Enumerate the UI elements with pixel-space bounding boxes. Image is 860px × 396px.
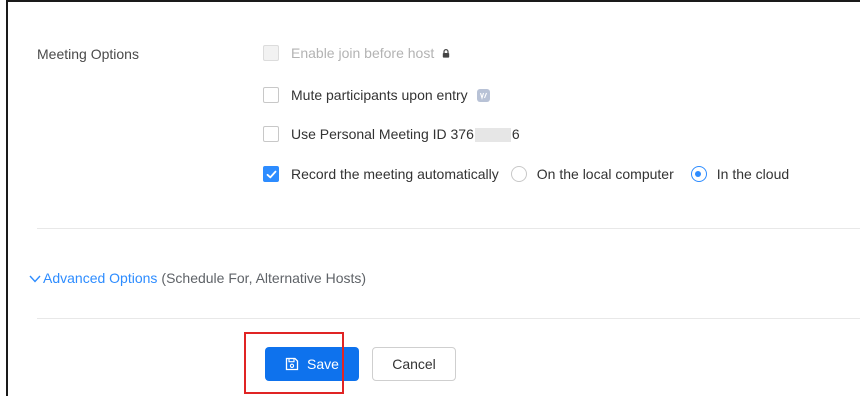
use-pmi-checkbox[interactable] — [263, 126, 279, 142]
option-mute-participants: Mute participants upon entry — [263, 85, 490, 105]
advanced-options-link[interactable]: Advanced Options — [43, 270, 157, 286]
use-pmi-label-prefix: Use Personal Meeting ID 376 — [291, 125, 474, 142]
advanced-options-row: Advanced Options (Schedule For, Alternat… — [29, 270, 366, 286]
enable-join-before-host-label: Enable join before host — [291, 45, 435, 61]
enable-join-before-host-checkbox — [263, 45, 279, 61]
section-divider-top — [37, 228, 860, 229]
cancel-button[interactable]: Cancel — [372, 347, 456, 381]
use-pmi-label[interactable]: Use Personal Meeting ID 376 6 — [291, 125, 520, 143]
option-record-automatically: Record the meeting automatically On the … — [263, 164, 789, 184]
advanced-options-note: (Schedule For, Alternative Hosts) — [161, 270, 367, 286]
frame-top-border — [6, 0, 860, 2]
meeting-options-label: Meeting Options — [37, 46, 139, 62]
lock-icon — [442, 45, 450, 61]
cancel-button-label: Cancel — [392, 356, 436, 372]
radio-in-the-cloud-label[interactable]: In the cloud — [717, 166, 789, 182]
checkmark-icon — [266, 170, 277, 179]
option-use-personal-meeting-id: Use Personal Meeting ID 376 6 — [263, 124, 520, 144]
save-highlight-box — [244, 332, 344, 394]
section-divider-bottom — [37, 318, 860, 319]
info-badge-icon[interactable] — [476, 88, 490, 102]
frame-left-border — [6, 0, 8, 396]
use-pmi-label-suffix: 6 — [511, 125, 520, 142]
pmi-redacted-digits — [474, 128, 511, 143]
record-automatically-label[interactable]: Record the meeting automatically — [291, 166, 499, 182]
radio-local-computer[interactable] — [510, 166, 527, 182]
mute-participants-label[interactable]: Mute participants upon entry — [291, 87, 468, 103]
mute-participants-checkbox[interactable] — [263, 87, 279, 103]
record-automatically-checkbox[interactable] — [263, 166, 279, 182]
chevron-down-icon[interactable] — [29, 270, 41, 286]
radio-local-computer-label[interactable]: On the local computer — [537, 166, 674, 182]
radio-in-the-cloud[interactable] — [690, 166, 707, 182]
option-enable-join-before-host: Enable join before host — [263, 43, 450, 63]
